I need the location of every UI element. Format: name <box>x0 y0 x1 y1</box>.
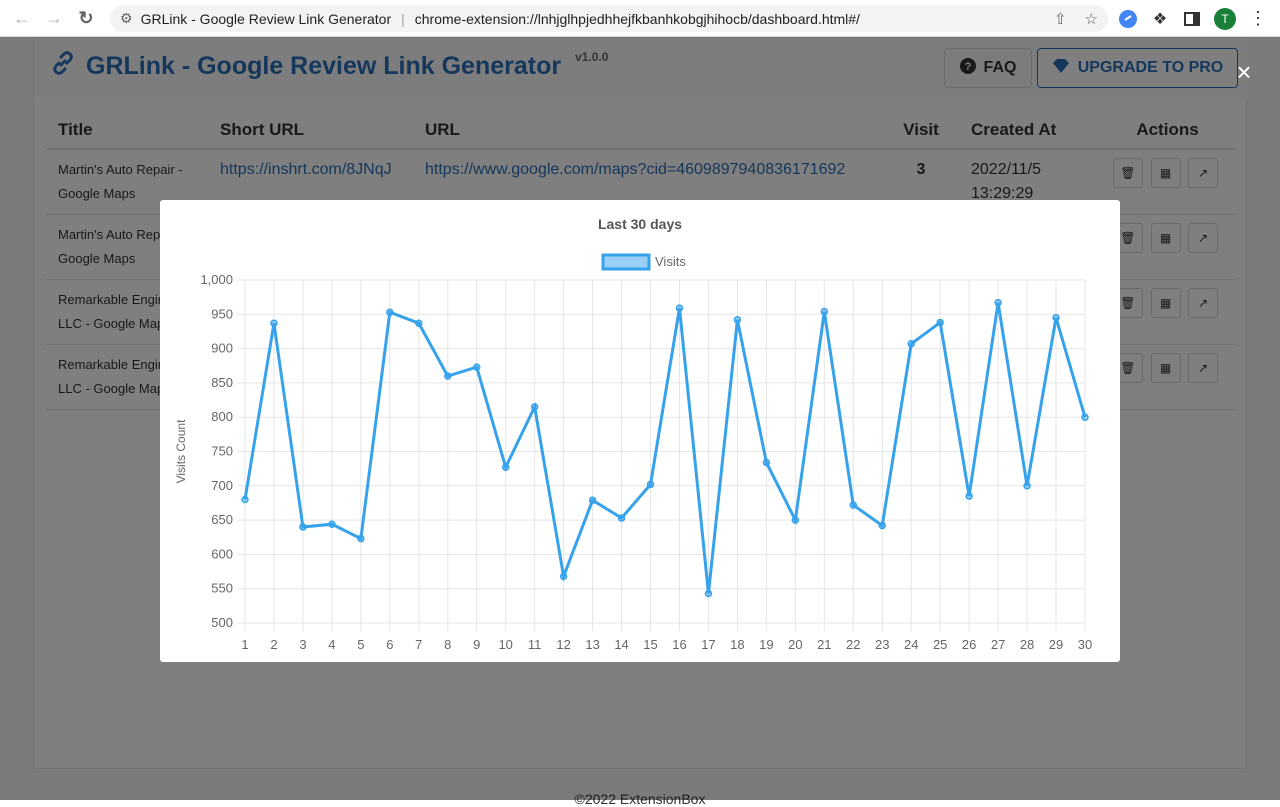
grlink-extension-icon[interactable] <box>1118 9 1138 29</box>
data-point <box>704 589 713 598</box>
data-point <box>444 372 452 380</box>
extensions-puzzle-icon[interactable]: ❖ <box>1150 9 1170 29</box>
x-tick-label: 17 <box>701 637 715 652</box>
x-tick-label: 12 <box>556 637 570 652</box>
data-point <box>791 516 800 524</box>
x-tick-label: 19 <box>759 637 773 652</box>
data-point <box>357 534 365 543</box>
close-modal-button[interactable]: × <box>1232 59 1256 85</box>
reload-icon[interactable]: ↻ <box>70 2 102 34</box>
data-point <box>415 319 423 327</box>
data-point <box>299 523 307 531</box>
data-point <box>936 318 944 327</box>
x-tick-label: 21 <box>817 637 831 652</box>
data-point <box>646 480 655 489</box>
x-tick-label: 15 <box>643 637 657 652</box>
data-point <box>878 521 886 530</box>
data-point <box>386 308 394 316</box>
y-tick-label: 900 <box>211 341 233 356</box>
x-tick-label: 30 <box>1078 637 1092 652</box>
data-point <box>559 572 568 581</box>
y-tick-label: 1,000 <box>200 272 233 287</box>
data-point <box>907 340 915 348</box>
x-tick-label: 28 <box>1020 637 1034 652</box>
visits-line-chart: Last 30 days Visits 500 550 600 650 700 750 800 8… <box>174 216 1092 652</box>
x-tick-label: 13 <box>585 637 599 652</box>
x-tick-label: 4 <box>328 637 335 652</box>
browser-toolbar: ← → ↻ ⚙ GRLink - Google Review Link Gene… <box>0 0 1280 37</box>
x-tick-label: 24 <box>904 637 918 652</box>
page-url: chrome-extension://lnhjglhpjedhhejfkbanh… <box>414 10 860 27</box>
x-tick-label: 25 <box>933 637 947 652</box>
data-point <box>241 495 249 504</box>
x-tick-label: 11 <box>528 637 542 652</box>
omnibox-separator: | <box>401 10 405 27</box>
y-tick-label: 700 <box>211 478 233 493</box>
x-tick-label: 1 <box>241 637 248 652</box>
data-point <box>472 363 481 371</box>
data-point <box>501 463 510 472</box>
x-tick-label: 20 <box>788 637 802 652</box>
data-point <box>530 403 539 411</box>
share-icon[interactable]: ⇧ <box>1054 10 1067 28</box>
y-tick-label: 950 <box>211 306 233 321</box>
data-point <box>588 496 597 504</box>
data-point <box>762 458 771 467</box>
data-point <box>1081 413 1089 421</box>
data-point <box>965 492 973 500</box>
y-tick-label: 500 <box>211 615 233 630</box>
data-point <box>675 304 684 312</box>
back-icon[interactable]: ← <box>6 2 38 34</box>
x-tick-label: 3 <box>299 637 306 652</box>
x-tick-label: 2 <box>270 637 277 652</box>
data-point <box>820 307 829 316</box>
address-bar[interactable]: ⚙ GRLink - Google Review Link Generator … <box>110 5 1108 32</box>
data-point <box>1023 482 1031 490</box>
legend-swatch <box>601 253 651 271</box>
x-tick-label: 29 <box>1049 637 1063 652</box>
x-tick-label: 8 <box>444 637 451 652</box>
chart-title: Last 30 days <box>598 216 682 232</box>
x-tick-label: 9 <box>473 637 480 652</box>
data-point <box>994 298 1002 307</box>
x-tick-label: 23 <box>875 637 889 652</box>
profile-avatar[interactable]: T <box>1214 7 1236 30</box>
side-panel-icon[interactable] <box>1182 9 1202 29</box>
data-point <box>328 520 336 528</box>
visits-series-line <box>243 302 1087 594</box>
x-tick-label: 5 <box>357 637 364 652</box>
x-tick-label: 14 <box>614 637 628 652</box>
bookmark-star-icon[interactable]: ☆ <box>1085 10 1098 28</box>
x-tick-label: 16 <box>672 637 686 652</box>
y-tick-label: 750 <box>211 444 233 459</box>
data-point <box>617 514 626 522</box>
y-tick-label: 850 <box>211 375 233 390</box>
y-tick-label: 650 <box>211 512 233 527</box>
x-tick-label: 22 <box>846 637 860 652</box>
x-tick-label: 10 <box>498 637 512 652</box>
forward-icon[interactable]: → <box>38 2 70 34</box>
y-axis-label: Visits Count <box>174 419 188 483</box>
stats-modal: Last 30 days Visits 500 550 600 650 700 750 800 8… <box>160 200 1120 662</box>
x-tick-label: 27 <box>991 637 1005 652</box>
y-tick-label: 550 <box>211 581 233 596</box>
data-point <box>733 316 742 324</box>
y-tick-label: 800 <box>211 409 233 424</box>
more-menu-icon[interactable]: ⋮ <box>1248 8 1268 29</box>
x-tick-label: 7 <box>415 637 422 652</box>
legend-label: Visits <box>655 254 686 269</box>
page-tab-title: GRLink - Google Review Link Generator <box>140 10 392 27</box>
x-tick-label: 18 <box>730 637 744 652</box>
x-tick-label: 26 <box>962 637 976 652</box>
data-point <box>849 501 858 509</box>
extension-icon: ⚙ <box>120 10 133 26</box>
data-point <box>270 319 278 327</box>
x-tick-label: 6 <box>386 637 393 652</box>
data-point <box>1052 313 1060 322</box>
y-tick-label: 600 <box>211 546 233 561</box>
